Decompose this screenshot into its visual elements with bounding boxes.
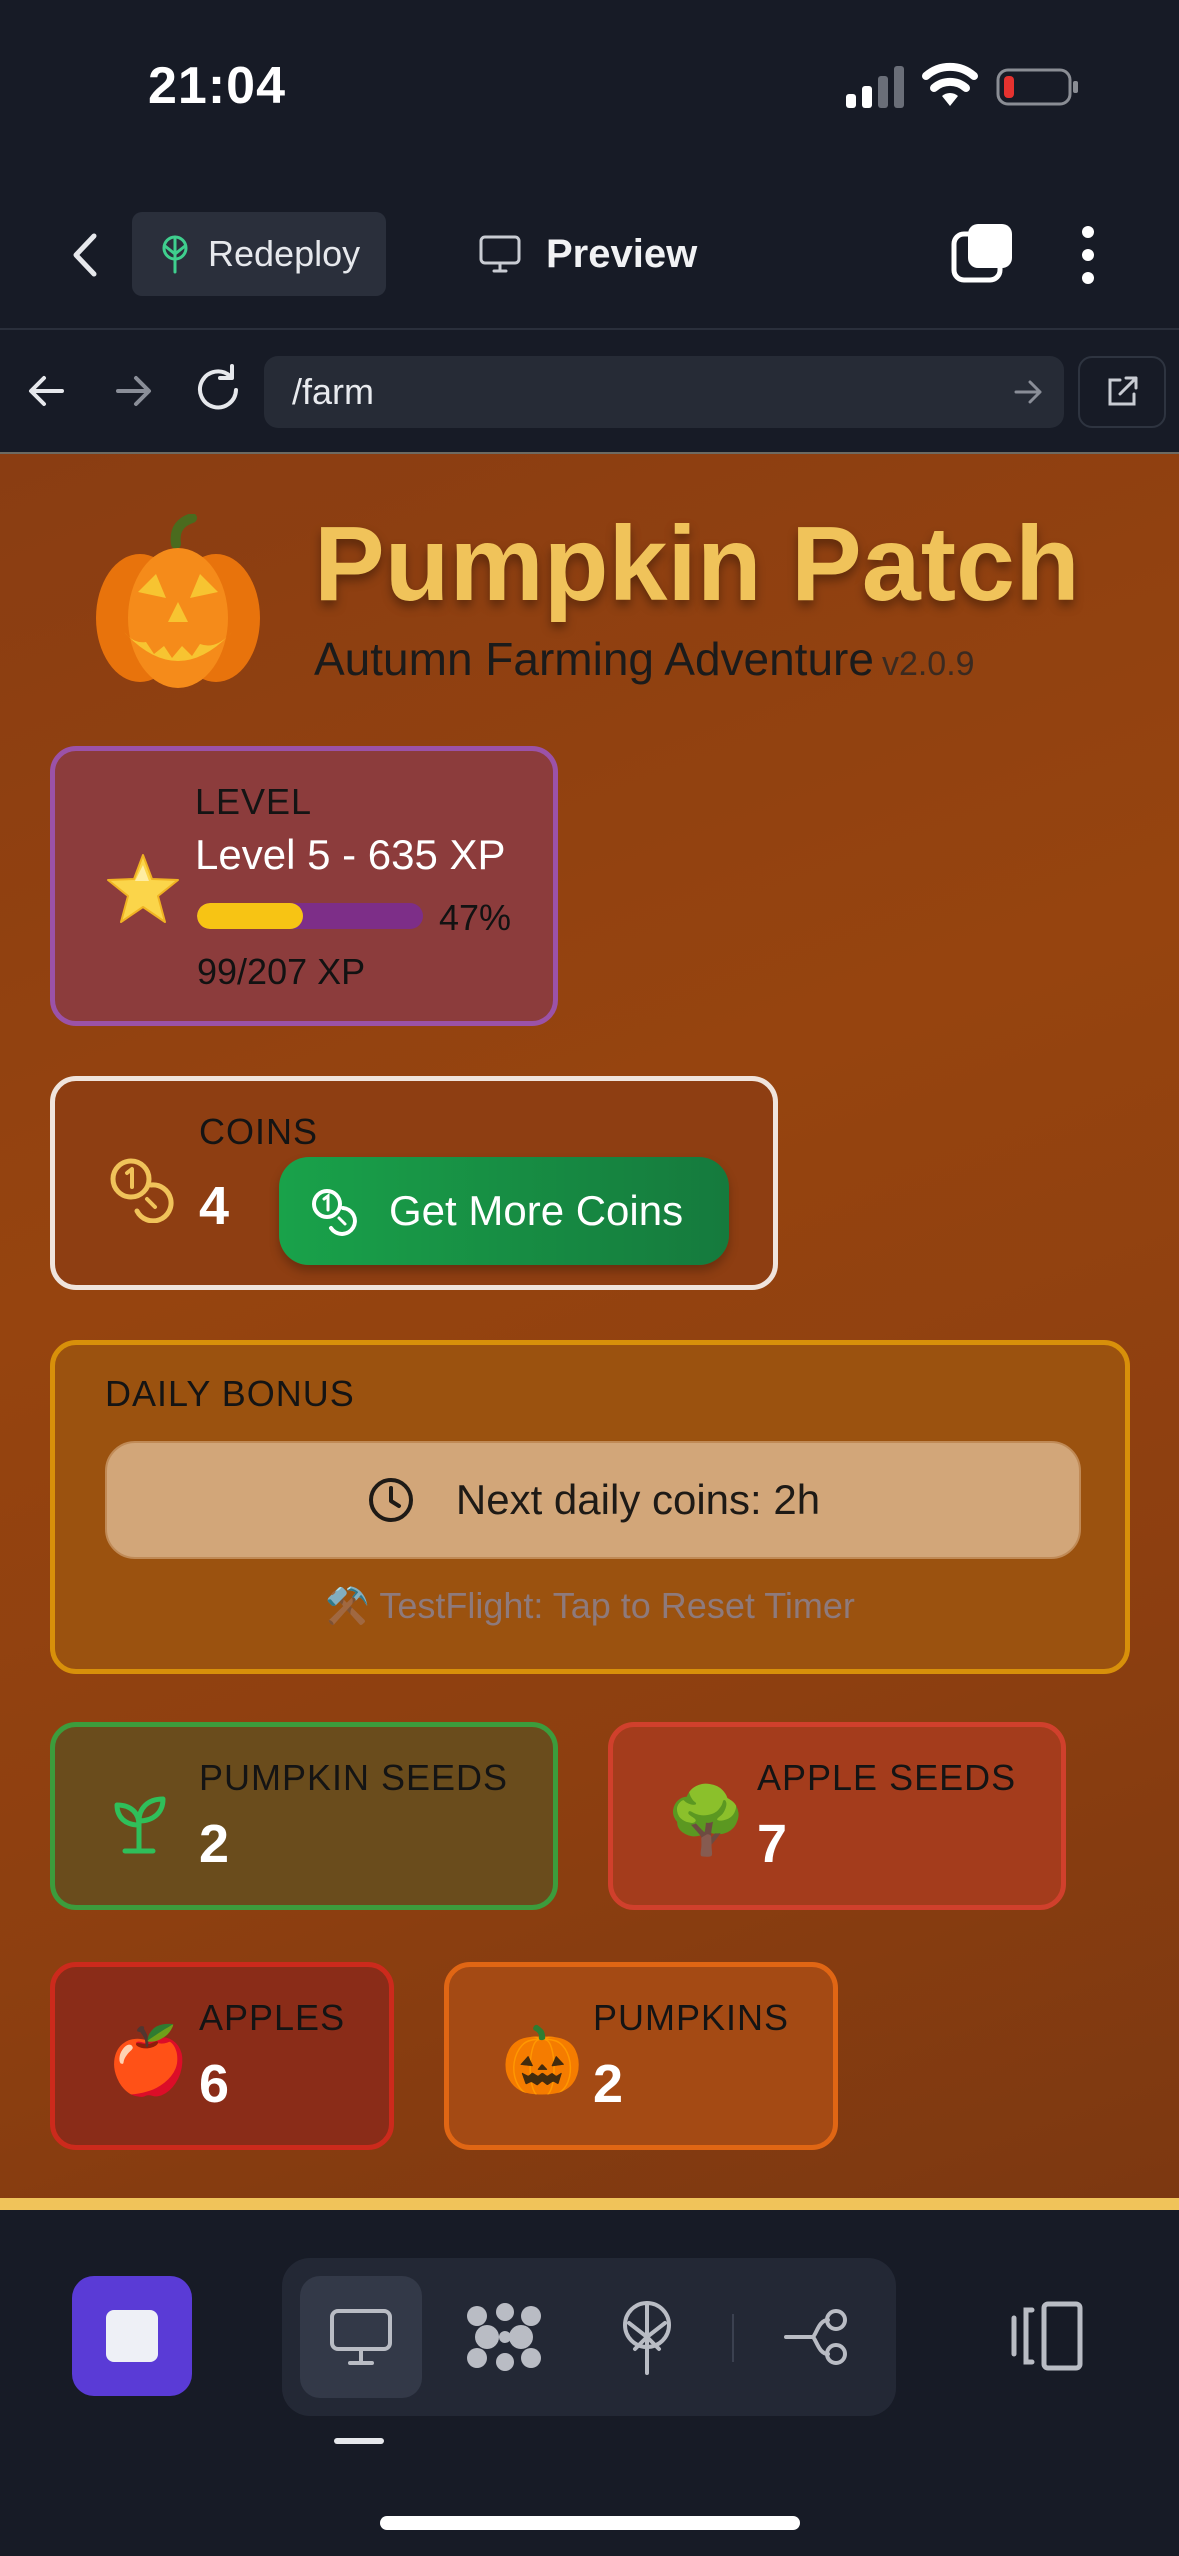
external-link-icon <box>1108 376 1138 406</box>
coins-icon <box>110 1158 174 1223</box>
monitor-icon <box>479 235 521 273</box>
apple-seeds-value: 7 <box>757 1814 788 1874</box>
arrow-right-icon[interactable] <box>108 366 158 416</box>
preview-tab[interactable]: Preview <box>478 222 697 286</box>
apple-icon: 🍎 <box>107 2023 190 2097</box>
reload-icon[interactable] <box>190 362 246 418</box>
back-chevron-icon[interactable] <box>60 228 114 282</box>
coins-value: 4 <box>199 1176 230 1236</box>
daily-coins-label: Next daily coins: 2h <box>455 1476 821 1523</box>
monitor-icon <box>330 2309 392 2365</box>
viewport-bottom-border <box>0 2198 1179 2210</box>
url-value: /farm <box>292 371 375 412</box>
arrow-left-icon[interactable] <box>22 366 72 416</box>
pumpkins-value: 2 <box>593 2054 624 2114</box>
redeploy-button[interactable]: Redeploy <box>132 212 386 296</box>
status-time: 21:04 <box>148 57 286 115</box>
tool-separator <box>732 2314 734 2362</box>
tabs-icon[interactable] <box>950 220 1016 286</box>
get-more-coins-label: Get More Coins <box>389 1187 684 1234</box>
pumpkins-caption: PUMPKINS <box>593 1997 790 2038</box>
tool-deploy[interactable] <box>586 2276 708 2398</box>
pumpkins-card: 🎃 PUMPKINS 2 <box>444 1962 838 2150</box>
get-more-coins-button[interactable]: Get More Coins <box>279 1157 729 1265</box>
game-viewport: Pumpkin Patch Autumn Farming Adventure v2… <box>0 452 1179 2210</box>
tree-icon: 🌳 <box>665 1783 748 1857</box>
pumpkin-seeds-value: 2 <box>199 1814 230 1874</box>
subtitle-text: Autumn Farming Adventure <box>314 633 874 685</box>
side-panel-icon[interactable] <box>1006 2294 1090 2378</box>
more-vertical-icon[interactable] <box>1068 222 1108 288</box>
apples-caption: APPLES <box>199 1997 346 2038</box>
active-tool-indicator <box>334 2438 384 2444</box>
reset-timer-link[interactable]: ⚒️ TestFlight: Tap to Reset Timer <box>55 1585 1125 1627</box>
battery-low-icon <box>996 68 1078 106</box>
clock-icon <box>368 1478 413 1522</box>
preview-label: Preview <box>546 231 698 276</box>
level-caption: LEVEL <box>195 781 313 822</box>
redeploy-tree-icon <box>162 235 188 274</box>
wifi-icon <box>922 62 978 106</box>
xp-text: 99/207 XP <box>197 951 366 992</box>
apples-value: 6 <box>199 2054 230 2114</box>
redeploy-label: Redeploy <box>208 233 361 274</box>
level-card: LEVEL Level 5 - 635 XP 47% 99/207 XP <box>50 746 558 1026</box>
tool-apps[interactable] <box>444 2276 566 2398</box>
apple-seeds-caption: APPLE SEEDS <box>757 1757 1017 1798</box>
workflow-icon <box>784 2309 847 2365</box>
game-subtitle: Autumn Farming Adventure v2.0.9 <box>314 632 975 686</box>
game-title: Pumpkin Patch <box>314 505 1080 623</box>
sprout-icon <box>114 1796 166 1854</box>
apples-card: 🍎 APPLES 6 <box>50 1962 394 2150</box>
xp-progress-bar <box>197 903 423 929</box>
xp-percent: 47% <box>439 897 512 938</box>
coins-caption: COINS <box>199 1111 319 1152</box>
hammer-icon: ⚒️ <box>325 1585 370 1626</box>
pumpkin-icon: 🎃 <box>501 2023 584 2097</box>
daily-coins-button[interactable]: Next daily coins: 2h <box>105 1441 1081 1559</box>
star-icon <box>107 854 179 923</box>
apps-grid-icon <box>467 2303 541 2371</box>
apple-seeds-card: 🌳 APPLE SEEDS 7 <box>608 1722 1066 1910</box>
daily-bonus-caption: DAILY BONUS <box>105 1373 355 1414</box>
coins-button-icon <box>312 1189 357 1236</box>
stop-icon <box>106 2310 158 2362</box>
stop-button[interactable] <box>72 2276 192 2396</box>
tool-preview[interactable] <box>300 2276 422 2398</box>
cellular-signal-icon <box>846 66 904 108</box>
url-bar: /farm <box>0 330 1179 452</box>
level-text: Level 5 - 635 XP <box>195 831 506 878</box>
bottom-toolbar <box>0 2214 1179 2556</box>
go-arrow-icon[interactable] <box>1012 376 1044 408</box>
coins-card: COINS 4 Get More Coins <box>50 1076 778 1290</box>
status-bar: 21:04 <box>0 0 1179 160</box>
url-input[interactable]: /farm <box>264 356 1064 428</box>
jack-o-lantern-icon <box>96 514 260 688</box>
reset-timer-label: TestFlight: Tap to Reset Timer <box>379 1585 855 1626</box>
home-indicator <box>380 2516 800 2530</box>
deploy-tree-icon <box>623 2301 671 2375</box>
xp-progress-fill <box>197 903 304 929</box>
daily-bonus-card: DAILY BONUS Next daily coins: 2h ⚒️ Test… <box>50 1340 1130 1674</box>
version-label: v2.0.9 <box>881 645 975 683</box>
tool-workflow[interactable] <box>756 2276 878 2398</box>
tool-switcher <box>282 2258 896 2416</box>
open-external-button[interactable] <box>1078 356 1166 428</box>
pumpkin-seeds-caption: PUMPKIN SEEDS <box>199 1757 509 1798</box>
app-header: Redeploy Preview <box>0 200 1179 330</box>
pumpkin-seeds-card: PUMPKIN SEEDS 2 <box>50 1722 558 1910</box>
